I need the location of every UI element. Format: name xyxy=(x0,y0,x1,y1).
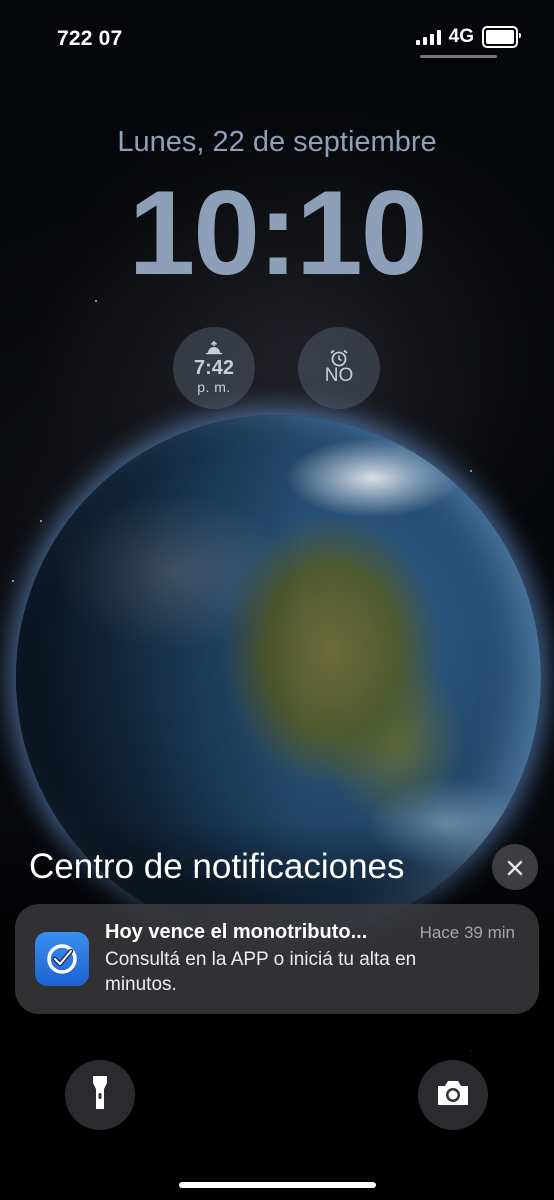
status-bar-underline xyxy=(420,55,497,58)
check-shield-app-icon xyxy=(35,932,89,986)
clear-notifications-button[interactable] xyxy=(492,844,538,890)
alarm-status: NO xyxy=(324,365,354,386)
camera-button[interactable] xyxy=(418,1060,488,1130)
camera-icon xyxy=(435,1079,471,1112)
sunset-icon xyxy=(205,340,223,357)
lock-screen-clock[interactable]: 10:10 xyxy=(0,168,554,298)
status-bar: 722 07 4G xyxy=(0,0,554,70)
lock-screen-date: Lunes, 22 de septiembre xyxy=(117,126,437,158)
carrier-label: 722 07 xyxy=(57,27,123,50)
home-indicator[interactable] xyxy=(179,1182,376,1188)
network-type-label: 4G xyxy=(448,26,474,47)
status-icons: 4G xyxy=(415,26,521,48)
close-icon xyxy=(507,852,523,883)
flashlight-button[interactable] xyxy=(65,1060,135,1130)
battery-icon xyxy=(482,26,521,48)
notification-center-title: Centro de notificaciones xyxy=(29,847,405,886)
notification-time: Hace 39 min xyxy=(419,923,515,942)
sunset-period: p. m. xyxy=(197,379,231,395)
alarm-clock-icon xyxy=(329,349,349,367)
signal-strength-icon xyxy=(415,29,441,45)
notification-body: Consultá en la APP o iniciá tu alta en m… xyxy=(105,949,417,995)
alarm-widget[interactable]: NO xyxy=(298,327,380,409)
notification-card[interactable]: Hoy vence el monotributo... Hace 39 min … xyxy=(15,904,539,1014)
flashlight-icon xyxy=(90,1074,110,1117)
sunset-widget[interactable]: 7:42 p. m. xyxy=(173,327,255,409)
notification-title: Hoy vence el monotributo... xyxy=(105,921,368,943)
sunset-time: 7:42 xyxy=(193,357,235,379)
